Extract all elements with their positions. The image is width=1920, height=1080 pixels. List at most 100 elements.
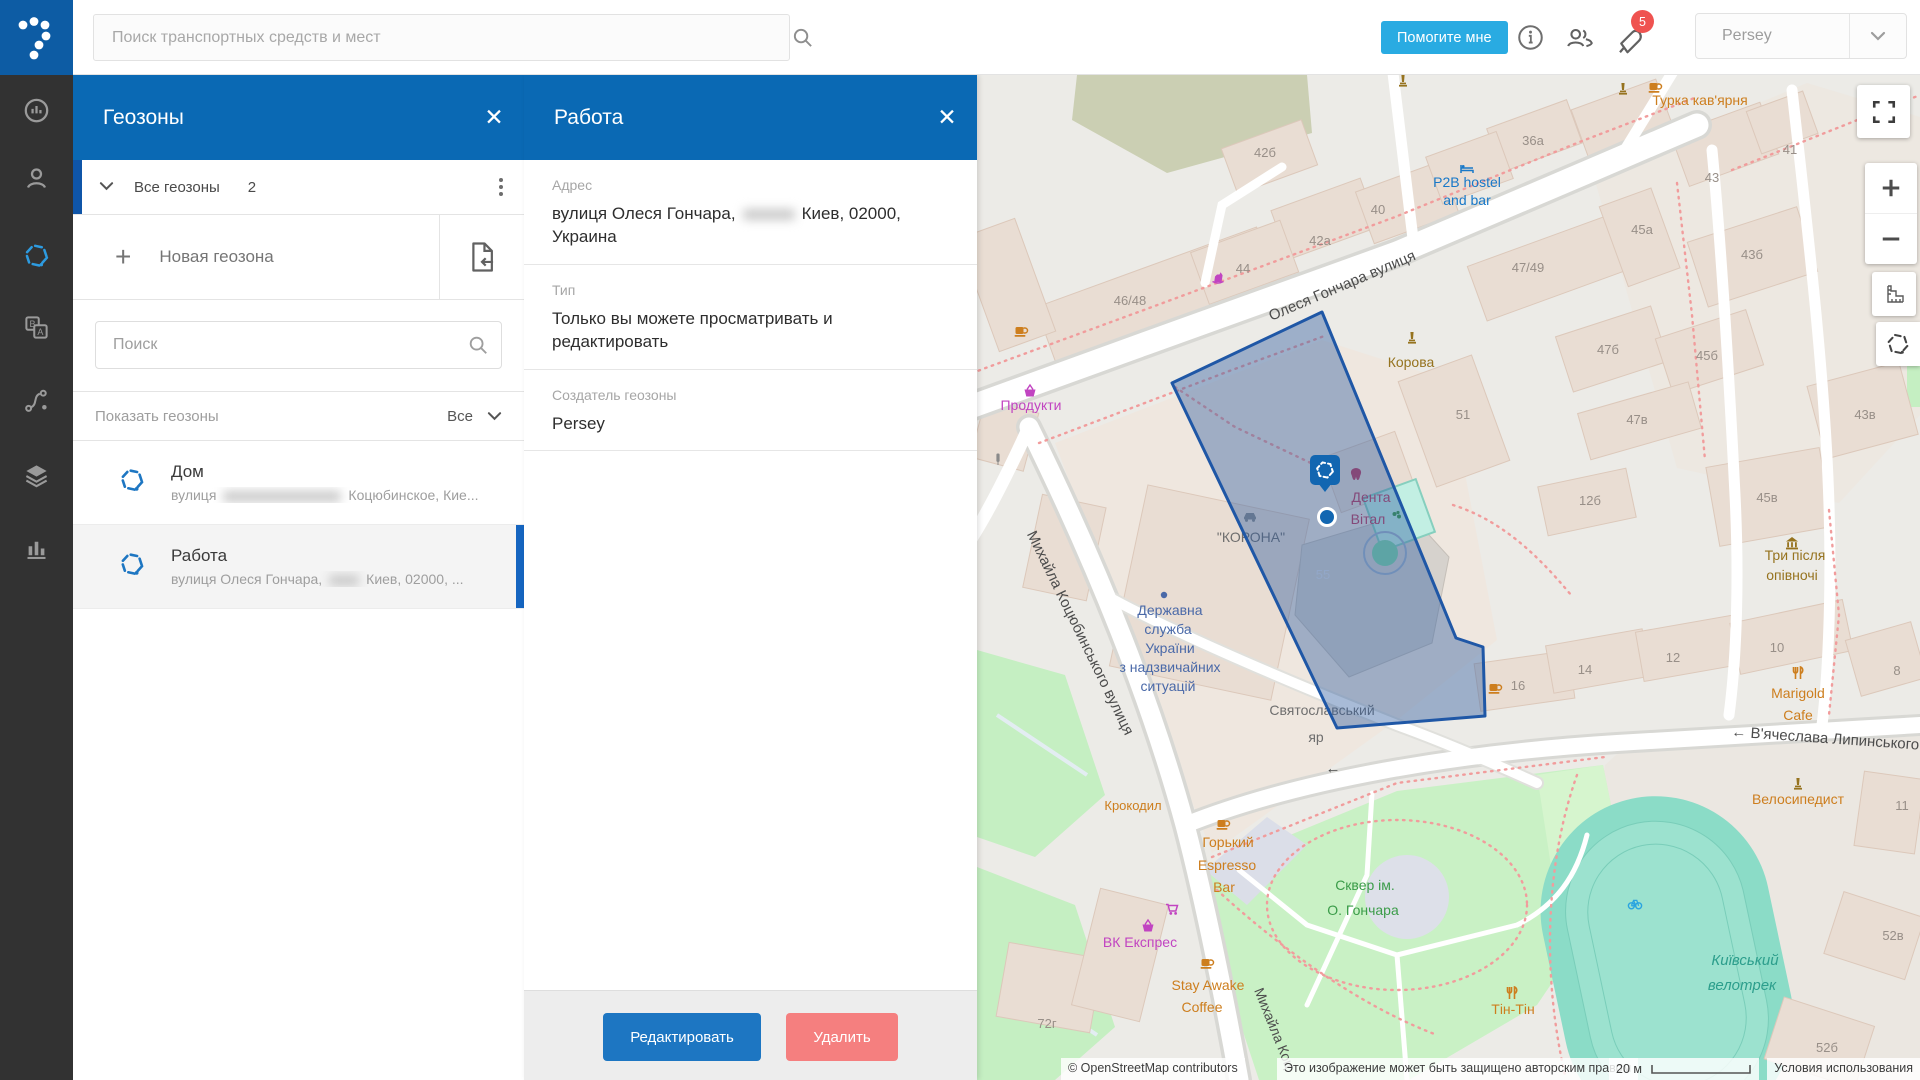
info-icon[interactable] (1517, 24, 1544, 56)
map-label: 11 (1895, 798, 1909, 813)
geofence-list-item-dom[interactable]: Дом вулицяКоцюбинское, Кие... (73, 441, 524, 525)
sidebar-item-layers[interactable] (16, 455, 57, 496)
map-label: Cafe (1783, 707, 1813, 723)
search-icon[interactable] (791, 26, 814, 54)
map-label: 43в (1854, 407, 1875, 422)
group-label: Все геозоны (134, 179, 220, 196)
svg-text:A: A (37, 327, 43, 337)
map-label: Coffee (1182, 999, 1223, 1015)
show-geofences-filter[interactable]: Показать геозоны Все (73, 391, 524, 441)
map-label: яр (1308, 729, 1324, 745)
copyright-notice: Это изображение может быть защищено авто… (1277, 1058, 1638, 1080)
map-label: Корова (1388, 354, 1435, 370)
geofence-search-input[interactable] (96, 322, 501, 368)
zoom-controls (1865, 163, 1917, 264)
map-label: 42a (1309, 233, 1331, 248)
terms-of-use-link[interactable]: Условия использования (1767, 1058, 1920, 1080)
help-button[interactable]: Помогите мне (1381, 21, 1508, 54)
map-label: 72г (1037, 1016, 1056, 1031)
chevron-down-icon[interactable] (99, 178, 114, 196)
map-label: 10 (1770, 640, 1784, 655)
map-attribution-bar: © OpenStreetMap contributors Это изображ… (977, 1058, 1920, 1080)
map-label: 12б (1579, 493, 1601, 508)
sidebar-item-tasks[interactable]: B A (16, 307, 57, 348)
map-label: Горький (1202, 834, 1253, 850)
map-label: Сквер ім. (1335, 877, 1395, 893)
map-label: Крокодил (1104, 798, 1161, 813)
route-icon (23, 387, 50, 414)
chevron-down-icon (1850, 31, 1906, 41)
map-label: and bar (1443, 192, 1491, 208)
users-icon[interactable] (1565, 24, 1595, 56)
geofence-hexagon-icon (118, 466, 146, 499)
map-label: Тін-Тін (1491, 1001, 1534, 1017)
map-label: 44 (1236, 261, 1250, 276)
new-geofence-button[interactable]: + Новая геозона (73, 215, 439, 299)
kebab-menu-icon[interactable] (478, 178, 524, 196)
map-label: Велосипедист (1752, 791, 1845, 807)
map-label: ВК Експрес (1103, 934, 1177, 950)
import-file-icon (467, 241, 497, 273)
sidebar-item-dashboard[interactable] (16, 90, 57, 131)
sidebar-item-employees[interactable] (16, 158, 57, 199)
fullscreen-icon (1871, 99, 1897, 125)
app-logo[interactable] (0, 0, 73, 75)
zoom-in-button[interactable] (1865, 163, 1917, 214)
redacted-address-segment (743, 209, 795, 220)
app-window: B A (0, 0, 1920, 1080)
osm-attribution[interactable]: © OpenStreetMap contributors (1061, 1058, 1245, 1080)
logo-dots-icon (0, 0, 73, 75)
top-bar: Помогите мне 5 Persey (73, 0, 1920, 75)
left-nav-sidebar: B A (0, 0, 73, 1080)
address-value: вулиця Олеся Гончара,Киев, 02000, Украин… (552, 202, 949, 249)
sidebar-item-routes[interactable] (16, 380, 57, 421)
map-label: з надзвичайних (1119, 659, 1220, 675)
tasks-ab-icon: B A (23, 314, 50, 341)
plus-icon (1880, 177, 1902, 199)
geofence-tool-button[interactable] (1876, 322, 1920, 366)
map-label: 40 (1371, 202, 1385, 217)
notifications-badge: 5 (1631, 10, 1654, 33)
close-icon[interactable]: ✕ (917, 104, 977, 131)
map-label: 51 (1456, 407, 1470, 422)
delete-button[interactable]: Удалить (786, 1013, 898, 1061)
geofence-group-row[interactable]: Все геозоны 2 (73, 160, 524, 215)
edit-button[interactable]: Редактировать (603, 1013, 761, 1061)
chevron-down-icon (487, 411, 502, 421)
group-count: 2 (248, 179, 478, 196)
sidebar-item-reports[interactable] (16, 528, 57, 569)
account-dropdown[interactable]: Persey (1695, 13, 1907, 59)
details-panel-header: Работа ✕ (524, 75, 977, 160)
map-label: 47б (1597, 342, 1619, 357)
map-label: Київський (1711, 952, 1779, 969)
map-label: Marigold (1771, 685, 1825, 701)
type-value: Только вы можете просматривать и редакти… (552, 307, 949, 354)
map-label: 43 (1705, 170, 1719, 185)
import-geofence-button[interactable] (439, 215, 524, 299)
map-label: служба (1144, 621, 1192, 637)
map-label: 46/48 (1114, 293, 1147, 308)
map-label: 45в (1756, 490, 1777, 505)
map-label: 45б (1696, 348, 1718, 363)
dot-icon (1161, 592, 1167, 598)
map-canvas[interactable]: Олеся Гончара вулицяМихайла Коцюбинськог… (977, 75, 1920, 1080)
map-label: 14 (1578, 662, 1592, 677)
bar-chart-icon (23, 535, 50, 562)
scale-bar-icon (1650, 1063, 1752, 1075)
close-icon[interactable]: ✕ (464, 104, 524, 131)
geofence-list-item-rabota[interactable]: Работа вулиця Олеся Гончара,Киев, 02000,… (73, 525, 524, 609)
plus-icon: + (115, 241, 131, 273)
geofence-address: вулиця Олеся Гончара,Киев, 02000, ... (171, 571, 491, 587)
map-label: О. Гончара (1327, 902, 1399, 918)
map-label: 47/49 (1512, 260, 1545, 275)
fullscreen-button[interactable] (1857, 85, 1910, 138)
sidebar-item-geofences[interactable] (16, 235, 57, 276)
map-label: 12 (1666, 650, 1680, 665)
geofence-center-dot (1319, 509, 1336, 526)
global-search-input[interactable] (94, 15, 789, 60)
global-search (93, 14, 790, 61)
zoom-out-button[interactable] (1865, 214, 1917, 264)
map-base: Олеся Гончара вулицяМихайла Коцюбинськог… (977, 75, 1920, 1080)
redacted-address-segment (329, 575, 359, 586)
measure-tool-button[interactable] (1872, 272, 1916, 316)
